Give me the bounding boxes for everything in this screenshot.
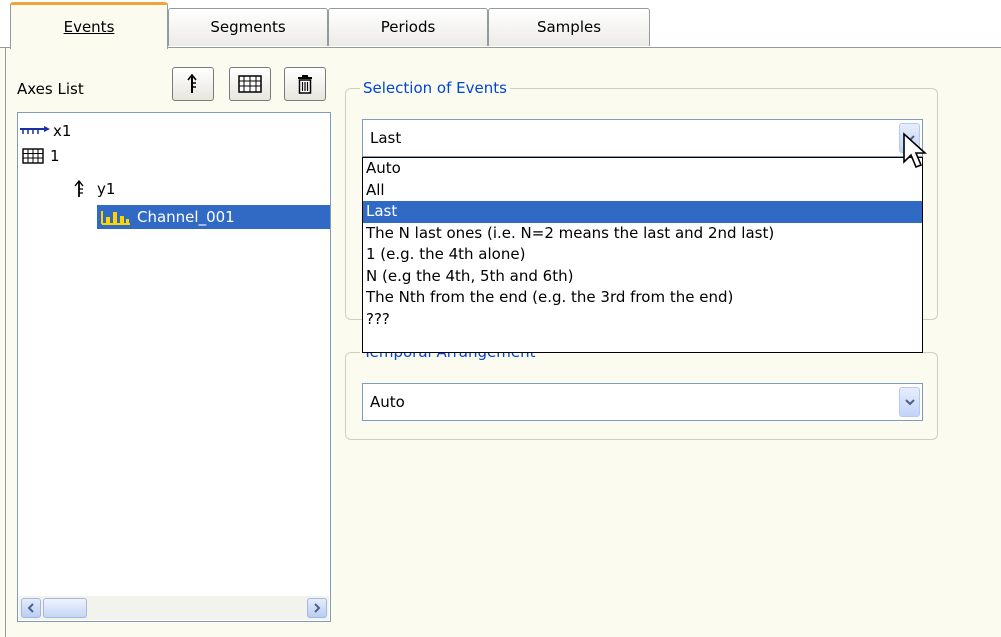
dropdown-option-nth-from-end[interactable]: The Nth from the end (e.g. the 3rd from … xyxy=(363,287,922,309)
dropdown-option-n-range[interactable]: N (e.g the 4th, 5th and 6th) xyxy=(363,266,922,288)
tree-node-channel-001[interactable]: Channel_001 xyxy=(97,205,330,229)
mouse-cursor-icon xyxy=(903,132,928,169)
delete-icon xyxy=(298,75,312,94)
tree-node-label: y1 xyxy=(97,180,116,198)
tab-segments[interactable]: Segments xyxy=(168,8,328,46)
scroll-right-button[interactable] xyxy=(307,598,327,618)
y-axis-icon xyxy=(74,180,84,197)
selection-of-events-combo[interactable]: Last xyxy=(362,119,923,157)
dropdown-option-n-last-ones[interactable]: The N last ones (i.e. N=2 means the last… xyxy=(363,223,922,245)
tree-horizontal-scrollbar[interactable] xyxy=(19,596,329,620)
tab-segments-label: Segments xyxy=(210,18,286,36)
tree-node-y1[interactable]: y1 xyxy=(73,177,115,201)
delete-button[interactable] xyxy=(284,67,326,101)
combo-value: Last xyxy=(370,129,402,147)
combo-value: Auto xyxy=(370,393,405,411)
tree-node-label: x1 xyxy=(53,122,72,140)
tree-node-label: Channel_001 xyxy=(137,208,235,226)
x-axis-icon xyxy=(20,126,50,134)
add-axis-icon xyxy=(187,74,197,93)
combo-dropdown-button[interactable] xyxy=(899,387,920,417)
grid-icon xyxy=(22,148,44,164)
add-axis-button[interactable] xyxy=(172,67,214,101)
dropdown-option-last[interactable]: Last xyxy=(363,201,922,223)
chevron-left-icon xyxy=(27,603,34,613)
scroll-thumb[interactable] xyxy=(43,598,87,618)
chevron-down-icon xyxy=(904,399,915,406)
scroll-left-button[interactable] xyxy=(21,598,41,618)
bar-chart-icon xyxy=(101,211,130,225)
tree-node-label: 1 xyxy=(50,147,60,165)
dropdown-option-auto[interactable]: Auto xyxy=(363,158,922,180)
tab-periods[interactable]: Periods xyxy=(328,8,488,46)
add-grid-icon xyxy=(238,75,262,93)
chevron-right-icon xyxy=(314,603,321,613)
panel-left-edge xyxy=(5,48,6,637)
tab-samples-label: Samples xyxy=(536,18,602,36)
tree-node-grid-1[interactable]: 1 xyxy=(22,144,60,168)
dropdown-option-unknown[interactable]: ??? xyxy=(363,309,922,331)
selection-of-events-title: Selection of Events xyxy=(360,79,510,97)
axes-tree[interactable]: x1 1 y1 Channel_001 xyxy=(17,112,331,622)
tab-events-label: Events xyxy=(63,18,115,36)
temporal-arrangement-combo[interactable]: Auto xyxy=(362,383,923,421)
tab-periods-label: Periods xyxy=(380,18,436,36)
tab-samples[interactable]: Samples xyxy=(488,8,650,46)
add-grid-button[interactable] xyxy=(229,67,271,101)
tab-events[interactable]: Events xyxy=(10,2,168,49)
tree-node-x1[interactable]: x1 xyxy=(19,119,71,143)
dropdown-option-single[interactable]: 1 (e.g. the 4th alone) xyxy=(363,244,922,266)
axes-list-label: Axes List xyxy=(17,80,84,98)
dropdown-option-all[interactable]: All xyxy=(363,180,922,202)
selection-of-events-dropdown-list[interactable]: Auto All Last The N last ones (i.e. N=2 … xyxy=(362,157,923,353)
